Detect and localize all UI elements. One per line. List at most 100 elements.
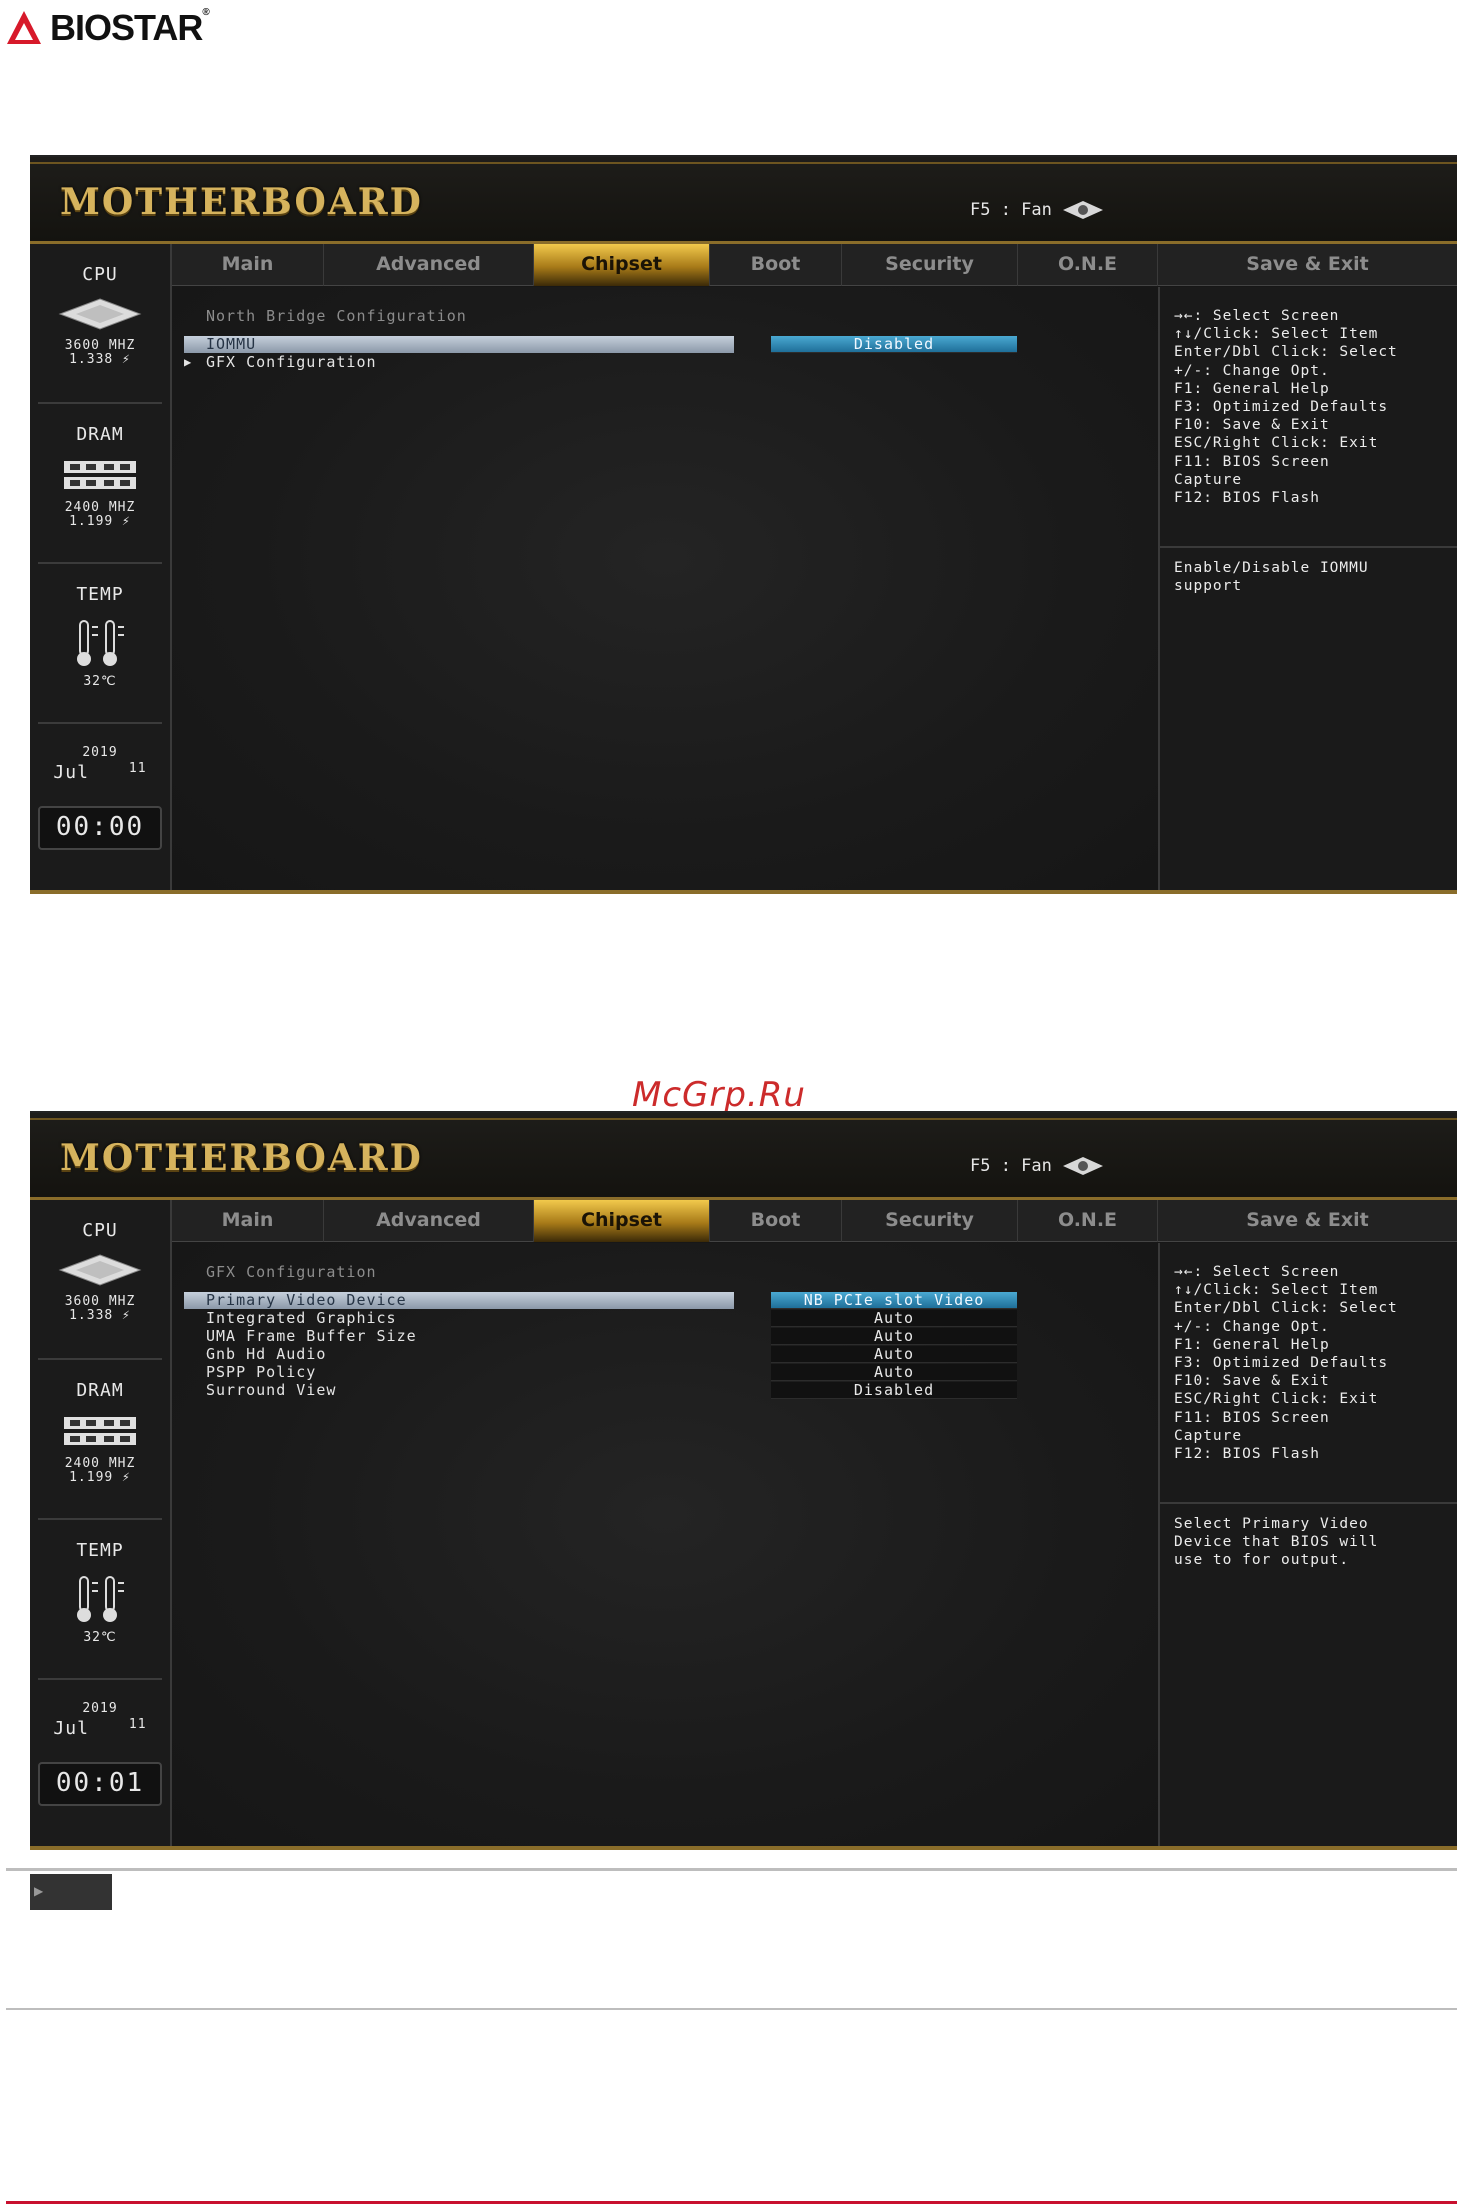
temp-section: TEMP 32℃ — [30, 1540, 170, 1645]
tab-chipset[interactable]: Chipset — [534, 1200, 710, 1242]
date-section: 2019 Jul 11 — [30, 1702, 170, 1740]
submenu-gfx-configuration[interactable]: ▶ GFX Configuration — [184, 354, 734, 371]
tab-save-exit[interactable]: Save & Exit — [1158, 1200, 1457, 1242]
tab-save-exit[interactable]: Save & Exit — [1158, 244, 1457, 286]
cpu-label: CPU — [82, 1220, 118, 1241]
setting-gnb-hd-audio[interactable]: Gnb Hd Audio — [184, 1346, 734, 1363]
cpu-voltage: 1.338 ⚡ — [69, 352, 131, 367]
tab-bar: Main Advanced Chipset Boot Security O.N.… — [172, 1200, 1457, 1242]
dram-label: DRAM — [76, 424, 124, 445]
temp-section: TEMP 32℃ — [30, 584, 170, 689]
divider — [6, 1868, 1457, 1871]
bottom-bar — [30, 890, 1457, 894]
item-description: Select Primary Video Device that BIOS wi… — [1174, 1516, 1379, 1569]
clock-display: 00:01 — [38, 1762, 162, 1806]
settings-panel: GFX Configuration Primary Video Device N… — [172, 1243, 1158, 1846]
temp-label: TEMP — [76, 1540, 124, 1561]
clock-display: 00:00 — [38, 806, 162, 850]
status-sidebar: CPU 3600 MHZ 1.338 ⚡ DRAM 2400 MHZ 1.199… — [30, 1200, 172, 1846]
dram-module-icon — [64, 1417, 136, 1445]
fan-icon — [1062, 201, 1103, 219]
watermark: McGrp.Ru — [632, 1075, 806, 1115]
bios-header: MOTHERBOARD F5 : Fan — [30, 1113, 1457, 1200]
setting-integrated-graphics-value[interactable]: Auto — [771, 1310, 1017, 1327]
fan-label: F5 : Fan — [970, 1156, 1052, 1176]
tab-one[interactable]: O.N.E — [1018, 1200, 1158, 1242]
fan-icon — [1062, 1157, 1103, 1175]
tab-one[interactable]: O.N.E — [1018, 244, 1158, 286]
setting-label: Gnb Hd Audio — [206, 1345, 327, 1363]
tab-main[interactable]: Main — [172, 1200, 324, 1242]
dram-frequency: 2400 MHZ — [64, 500, 136, 515]
temp-value: 32℃ — [83, 674, 117, 689]
divider — [38, 402, 162, 404]
cpu-chip-icon — [58, 298, 142, 330]
setting-iommu[interactable]: IOMMU — [184, 336, 734, 353]
biostar-logo-icon — [7, 11, 41, 44]
thermometer-icon — [77, 620, 124, 666]
settings-panel: North Bridge Configuration IOMMU Disable… — [172, 287, 1158, 890]
bios-title: MOTHERBOARD — [60, 1137, 423, 1179]
dram-voltage: 1.199 ⚡ — [69, 1470, 131, 1485]
setting-surround-view[interactable]: Surround View — [184, 1382, 734, 1399]
cpu-voltage: 1.338 ⚡ — [69, 1308, 131, 1323]
divider — [38, 1358, 162, 1360]
setting-integrated-graphics[interactable]: Integrated Graphics — [184, 1310, 734, 1327]
note-tag: ▶ — [30, 1874, 112, 1910]
divider — [38, 562, 162, 564]
section-title: North Bridge Configuration — [206, 307, 467, 325]
cpu-section: CPU 3600 MHZ 1.338 ⚡ — [30, 264, 170, 367]
dram-label: DRAM — [76, 1380, 124, 1401]
bottom-bar — [30, 1846, 1457, 1850]
cpu-section: CPU 3600 MHZ 1.338 ⚡ — [30, 1220, 170, 1323]
setting-label: Surround View — [206, 1381, 337, 1399]
dram-module-icon — [64, 461, 136, 489]
setting-label: Primary Video Device — [206, 1291, 407, 1309]
bios-header: MOTHERBOARD F5 : Fan — [30, 157, 1457, 244]
setting-pspp-policy[interactable]: PSPP Policy — [184, 1364, 734, 1381]
setting-uma-frame-buffer-size[interactable]: UMA Frame Buffer Size — [184, 1328, 734, 1345]
cpu-frequency: 3600 MHZ — [64, 338, 136, 353]
divider — [38, 1678, 162, 1680]
help-panel: →←: Select Screen ↑↓/Click: Select Item … — [1158, 1243, 1457, 1846]
setting-primary-video-device[interactable]: Primary Video Device — [184, 1292, 734, 1309]
bios-screen-2: MOTHERBOARD F5 : Fan CPU 3600 MHZ 1.338 … — [30, 1111, 1457, 1850]
tab-advanced[interactable]: Advanced — [324, 244, 534, 286]
setting-label: UMA Frame Buffer Size — [206, 1327, 417, 1345]
brand-name: BIOSTAR® — [50, 7, 210, 48]
dram-section: DRAM 2400 MHZ 1.199 ⚡ — [30, 424, 170, 529]
tab-boot[interactable]: Boot — [710, 1200, 842, 1242]
tab-security[interactable]: Security — [842, 1200, 1018, 1242]
setting-gnb-hd-audio-value[interactable]: Auto — [771, 1346, 1017, 1363]
divider — [6, 2008, 1457, 2010]
bios-screen-1: MOTHERBOARD F5 : Fan CPU 3600 MHZ 1.338 … — [30, 155, 1457, 894]
status-sidebar: CPU 3600 MHZ 1.338 ⚡ DRAM 2400 MHZ 1.199… — [30, 244, 172, 890]
setting-uma-frame-buffer-size-value[interactable]: Auto — [771, 1328, 1017, 1345]
tab-advanced[interactable]: Advanced — [324, 1200, 534, 1242]
key-help: →←: Select Screen ↑↓/Click: Select Item … — [1174, 308, 1398, 507]
help-panel: →←: Select Screen ↑↓/Click: Select Item … — [1158, 287, 1457, 890]
fan-shortcut[interactable]: F5 : Fan — [970, 200, 1104, 220]
tab-main[interactable]: Main — [172, 244, 324, 286]
temp-label: TEMP — [76, 584, 124, 605]
temp-value: 32℃ — [83, 1630, 117, 1645]
item-description: Enable/Disable IOMMU support — [1174, 560, 1369, 595]
cpu-chip-icon — [58, 1254, 142, 1286]
divider — [38, 1518, 162, 1520]
divider — [1160, 1502, 1457, 1504]
tab-security[interactable]: Security — [842, 244, 1018, 286]
tab-boot[interactable]: Boot — [710, 244, 842, 286]
fan-shortcut[interactable]: F5 : Fan — [970, 1156, 1104, 1176]
setting-primary-video-device-value[interactable]: NB PCIe slot Video — [771, 1292, 1017, 1309]
note-arrow-icon: ▶ — [34, 1884, 44, 1898]
setting-surround-view-value[interactable]: Disabled — [771, 1382, 1017, 1399]
setting-pspp-policy-value[interactable]: Auto — [771, 1364, 1017, 1381]
dram-section: DRAM 2400 MHZ 1.199 ⚡ — [30, 1380, 170, 1485]
tab-chipset[interactable]: Chipset — [534, 244, 710, 286]
cpu-label: CPU — [82, 264, 118, 285]
setting-iommu-value[interactable]: Disabled — [771, 336, 1017, 353]
thermometer-icon — [77, 1576, 124, 1622]
divider — [1160, 546, 1457, 548]
tab-bar: Main Advanced Chipset Boot Security O.N.… — [172, 244, 1457, 286]
divider — [38, 722, 162, 724]
